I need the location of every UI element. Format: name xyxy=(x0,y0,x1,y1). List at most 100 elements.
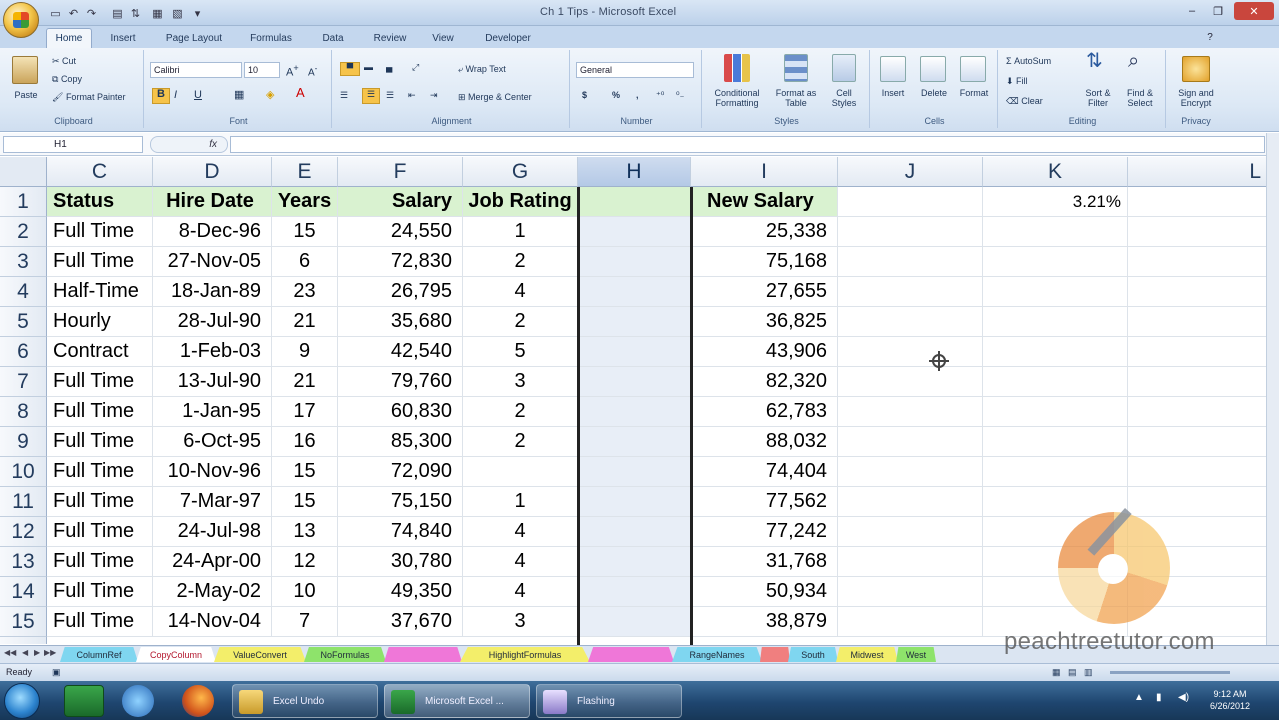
column-header-j[interactable]: J xyxy=(838,157,983,187)
cell-j[interactable] xyxy=(838,547,983,577)
header-cell-c[interactable]: Status xyxy=(47,187,153,217)
ie-pinned-icon[interactable] xyxy=(122,685,154,717)
cell-i[interactable]: 82,320 xyxy=(691,367,838,397)
column-header-g[interactable]: G xyxy=(463,157,578,187)
column-header-l[interactable]: L xyxy=(1128,157,1266,187)
tab-insert[interactable]: Insert xyxy=(100,28,146,48)
sheet-tab[interactable]: RangeNames xyxy=(672,647,762,662)
network-icon[interactable]: ▮ xyxy=(1156,693,1162,703)
cell-l[interactable] xyxy=(1128,247,1266,277)
cell-d[interactable]: 24-Apr-00 xyxy=(153,547,272,577)
increase-indent-icon[interactable]: ⇥ xyxy=(430,90,438,100)
start-button[interactable] xyxy=(4,683,40,719)
cell-e[interactable]: 16 xyxy=(272,427,338,457)
row-header[interactable]: 12 xyxy=(0,517,47,547)
cell-g[interactable]: 2 xyxy=(463,397,578,427)
cell-l[interactable] xyxy=(1128,427,1266,457)
font-size-select[interactable]: 10 xyxy=(244,62,280,78)
cell-c[interactable]: Full Time xyxy=(47,247,153,277)
cell-g[interactable]: 4 xyxy=(463,517,578,547)
page-layout-view-icon[interactable]: ▤ xyxy=(1068,667,1077,677)
cell-l[interactable] xyxy=(1128,337,1266,367)
cell-i[interactable]: 74,404 xyxy=(691,457,838,487)
cell-c[interactable]: Half-Time xyxy=(47,277,153,307)
cell-h[interactable] xyxy=(578,547,691,577)
prev-sheet-icon[interactable]: ◀ xyxy=(22,648,28,657)
cell-g[interactable]: 2 xyxy=(463,307,578,337)
cell-c[interactable]: Full Time xyxy=(47,607,153,637)
cell-g[interactable]: 3 xyxy=(463,607,578,637)
row-header[interactable]: 11 xyxy=(0,487,47,517)
sign-encrypt-button[interactable]: Sign and Encrypt xyxy=(1170,88,1222,108)
cell-l[interactable] xyxy=(1128,457,1266,487)
conditional-formatting-button[interactable]: Conditional Formatting xyxy=(706,88,768,108)
align-bottom-icon[interactable]: ▄ xyxy=(386,62,392,72)
row-header[interactable]: 10 xyxy=(0,457,47,487)
header-cell-j[interactable] xyxy=(838,187,983,217)
sort-filter-button[interactable]: Sort & Filter xyxy=(1078,88,1118,108)
sheet-tab[interactable]: HighlightFormulas xyxy=(460,647,590,662)
row-header[interactable]: 2 xyxy=(0,217,47,247)
sheet-tab[interactable]: West xyxy=(896,647,936,662)
header-cell-g[interactable]: Job Rating xyxy=(463,187,578,217)
cell-g[interactable]: 5 xyxy=(463,337,578,367)
cell-i[interactable]: 25,338 xyxy=(691,217,838,247)
cell-g[interactable]: 2 xyxy=(463,427,578,457)
cell-i[interactable]: 31,768 xyxy=(691,547,838,577)
autosum-button[interactable]: Σ AutoSum xyxy=(1006,56,1051,66)
cell-f[interactable]: 26,795 xyxy=(338,277,463,307)
tab-view[interactable]: View xyxy=(420,28,466,48)
cell-k[interactable] xyxy=(983,427,1128,457)
cell-e[interactable]: 12 xyxy=(272,547,338,577)
underline-button[interactable]: U xyxy=(194,90,202,101)
taskbar-window-flashing[interactable]: Flashing xyxy=(536,684,682,718)
cell-g[interactable]: 3 xyxy=(463,367,578,397)
percent-icon[interactable]: % xyxy=(612,90,620,100)
sheet-tab[interactable]: Midwest xyxy=(836,647,898,662)
find-select-button[interactable]: Find & Select xyxy=(1120,88,1160,108)
cell-j[interactable] xyxy=(838,337,983,367)
cell-j[interactable] xyxy=(838,397,983,427)
cell-g[interactable]: 1 xyxy=(463,487,578,517)
sheet-tab[interactable]: ValueConvert xyxy=(214,647,306,662)
cell-j[interactable] xyxy=(838,217,983,247)
header-cell-i[interactable]: New Salary xyxy=(691,187,838,217)
cell-d[interactable]: 28-Jul-90 xyxy=(153,307,272,337)
cell-j[interactable] xyxy=(838,607,983,637)
sheet-tab[interactable] xyxy=(760,647,790,662)
cell-d[interactable]: 1-Jan-95 xyxy=(153,397,272,427)
cell-f[interactable]: 42,540 xyxy=(338,337,463,367)
row-header[interactable]: 13 xyxy=(0,547,47,577)
cell-e[interactable]: 15 xyxy=(272,487,338,517)
cell-f[interactable]: 30,780 xyxy=(338,547,463,577)
header-cell-f[interactable]: Salary xyxy=(338,187,463,217)
select-all-corner[interactable] xyxy=(0,157,47,187)
cell-c[interactable]: Hourly xyxy=(47,307,153,337)
cell-f[interactable]: 37,670 xyxy=(338,607,463,637)
cell-g[interactable]: 4 xyxy=(463,547,578,577)
cell-i[interactable]: 75,168 xyxy=(691,247,838,277)
row-header[interactable]: 5 xyxy=(0,307,47,337)
cell-j[interactable] xyxy=(838,247,983,277)
cell-f[interactable]: 24,550 xyxy=(338,217,463,247)
column-header-d[interactable]: D xyxy=(153,157,272,187)
align-left-icon[interactable]: ☰ xyxy=(340,90,348,100)
row-header[interactable]: 1 xyxy=(0,187,47,217)
orientation-icon[interactable]: ⤢ xyxy=(412,62,419,72)
cell-e[interactable]: 21 xyxy=(272,367,338,397)
cell-g[interactable]: 4 xyxy=(463,577,578,607)
cell-e[interactable]: 17 xyxy=(272,397,338,427)
merge-center-button[interactable]: ⊞ Merge & Center xyxy=(458,92,532,102)
header-cell-e[interactable]: Years xyxy=(272,187,338,217)
row-header[interactable]: 3 xyxy=(0,247,47,277)
maximize-button[interactable]: ❐ xyxy=(1206,2,1230,20)
cell-f[interactable]: 35,680 xyxy=(338,307,463,337)
cell-h[interactable] xyxy=(578,337,691,367)
cell-l[interactable] xyxy=(1128,367,1266,397)
cell-d[interactable]: 14-Nov-04 xyxy=(153,607,272,637)
formula-input[interactable] xyxy=(230,136,1265,153)
column-header-f[interactable]: F xyxy=(338,157,463,187)
qat-more-icon[interactable]: ▾ xyxy=(190,5,205,21)
cell-i[interactable]: 88,032 xyxy=(691,427,838,457)
cell-l[interactable] xyxy=(1128,487,1266,517)
